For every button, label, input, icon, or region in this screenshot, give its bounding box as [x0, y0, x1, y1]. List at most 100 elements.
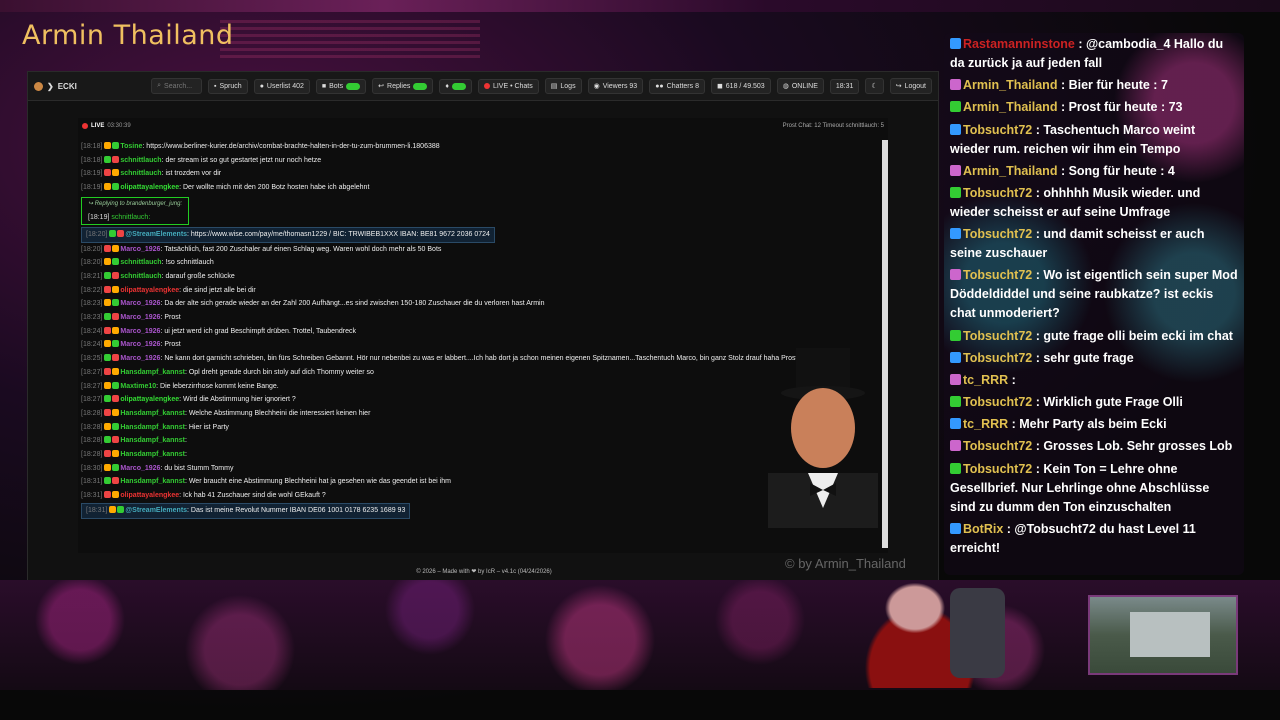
replies-switch[interactable] — [413, 82, 428, 90]
message-timestamp: [18:27] — [81, 368, 105, 376]
badge-icon — [112, 183, 120, 191]
message-username[interactable]: Hansdampf_kannst — [120, 369, 185, 376]
chat-message: [18:20] @StreamElements: https://www.wis… — [81, 226, 883, 243]
chat-scrollbar[interactable] — [882, 140, 888, 548]
badge-icon — [112, 258, 120, 266]
role-badge-icon — [950, 38, 961, 49]
message-username[interactable]: Marco_1926 — [120, 328, 160, 335]
message-timestamp: [18:22] — [81, 286, 105, 294]
message-text: : der stream ist so gut gestartet jetzt … — [161, 156, 322, 164]
chat-message: [18:28] Hansdampf_kannst: — [81, 434, 883, 448]
bot-icon: ■ — [321, 82, 327, 90]
alert-toggle[interactable]: ♦ — [439, 78, 472, 94]
chatters-button[interactable]: ●● Chatters 8 — [649, 78, 705, 94]
chat-message: [18:31] olipattayalengkee: Ick hab 41 Zu… — [81, 489, 883, 503]
overlay-username: tc_RRR — [963, 372, 1012, 387]
message-username[interactable]: schnittlauch — [120, 157, 161, 164]
clock: 18:31 — [829, 78, 860, 94]
signal-icon: ◍ — [782, 83, 789, 90]
message-username[interactable]: Marco_1926 — [120, 465, 160, 472]
badge-icon — [112, 422, 120, 430]
message-username[interactable]: Marco_1926 — [120, 300, 160, 307]
search-input[interactable]: ⌕ Search... — [151, 78, 203, 94]
role-badge-icon — [950, 79, 961, 91]
role-badge-icon — [950, 228, 961, 240]
logout-button[interactable]: ↪ Logout — [889, 78, 932, 94]
badge-icon — [112, 463, 120, 471]
userlist-button[interactable]: ● Userlist 402 — [253, 78, 310, 94]
spruch-button[interactable]: ▪ Spruch — [208, 78, 248, 94]
message-username[interactable]: schnittlauch: — [111, 214, 150, 221]
title-glow-decoration — [220, 18, 480, 58]
bots-toggle[interactable]: ■ Bots — [315, 78, 367, 94]
logs-button[interactable]: ▤ Logs — [544, 78, 582, 94]
message-timestamp: [18:28] — [81, 437, 105, 445]
speech-icon: ▪ — [214, 82, 217, 90]
message-text: : Hier ist Party — [184, 423, 229, 431]
message-username[interactable]: Hansdampf_kannst — [120, 437, 185, 444]
overlay-username: Armin_Thailand — [963, 100, 1061, 115]
badge-icon — [104, 169, 112, 177]
badge-icon — [112, 354, 120, 362]
message-username[interactable]: Hansdampf_kannst — [120, 478, 185, 485]
chat-message: [18:23] Marco_1926: Da der alte sich ger… — [81, 297, 883, 311]
message-username[interactable]: Marco_1926 — [120, 314, 160, 321]
chat-message: [18:18] schnittlauch: der stream ist so … — [81, 154, 883, 168]
chat-message: [18:20] schnittlauch: !so schnittlauch — [81, 256, 883, 270]
message-username[interactable]: olipattayalengkee — [120, 287, 179, 294]
message-username[interactable]: olipattayalengkee — [120, 184, 179, 191]
badge-icon — [104, 299, 112, 307]
message-timestamp: [18:27] — [81, 396, 105, 404]
logout-icon: ↪ — [895, 83, 902, 90]
chat-messages[interactable]: [18:18] Tosine: https://www.berliner-kur… — [78, 140, 883, 548]
clock-label: 18:31 — [835, 82, 854, 90]
viewers-button[interactable]: ◉ Viewers 93 — [587, 78, 644, 94]
chat-viewer-app: ❯ ECKI ⌕ Search... ▪ Spruch ● Userlist 402… — [27, 71, 939, 582]
bots-label: Bots — [329, 82, 344, 90]
badge-icon — [104, 340, 112, 348]
badge-icon — [109, 505, 117, 513]
replies-toggle[interactable]: ↩ Replies — [372, 78, 434, 94]
message-username[interactable]: @StreamElements — [125, 507, 187, 514]
message-timestamp: [18:23] — [81, 300, 105, 308]
app-logo[interactable]: ❯ ECKI — [34, 81, 145, 91]
message-username[interactable]: Tosine — [120, 143, 142, 150]
message-timestamp: [18:24] — [81, 341, 105, 349]
message-timestamp: [18:19] — [81, 170, 105, 178]
message-text: : Ick hab 41 Zuschauer sind die wohl GEk… — [179, 492, 326, 500]
chat-message: [18:19] olipattayalengkee: Der wollte mi… — [81, 181, 883, 195]
bots-switch[interactable] — [346, 82, 361, 90]
stream-chat-overlay: Rastamanninstone : @cambodia_4 Hallo du … — [944, 33, 1244, 575]
overlay-message: BotRix : @Tobsucht72 du hast Level 11 er… — [950, 520, 1238, 558]
badge-icon — [104, 395, 112, 403]
message-username[interactable]: Marco_1926 — [120, 355, 160, 362]
message-text: : https://www.wise.com/pay/me/thomasn122… — [187, 230, 490, 238]
theme-toggle[interactable]: ☾ — [865, 78, 884, 94]
message-username[interactable]: schnittlauch — [120, 170, 161, 177]
message-text: : Tatsächlich, fast 200 Zuschaler auf ei… — [160, 245, 442, 253]
message-username[interactable]: Hansdampf_kannst — [120, 424, 185, 431]
message-username[interactable]: schnittlauch — [120, 259, 161, 266]
badge-icon — [112, 436, 120, 444]
alert-switch[interactable] — [451, 82, 466, 90]
badge-icon — [112, 340, 120, 348]
overlay-text: : sehr gute frage — [1035, 350, 1134, 365]
message-username[interactable]: Maxtime10 — [120, 383, 156, 390]
message-username[interactable]: Hansdampf_kannst — [120, 451, 185, 458]
message-username[interactable]: Marco_1926 — [120, 341, 160, 348]
badge-icon — [104, 285, 112, 293]
message-text: : Der wollte mich mit den 200 Botz hoste… — [179, 184, 370, 192]
chat-message: [18:27] olipattayalengkee: Wird die Abst… — [81, 393, 883, 407]
overlay-username: Tobsucht72 — [963, 227, 1036, 242]
live-chats-button[interactable]: LIVE • Chats — [477, 78, 539, 94]
message-username[interactable]: @StreamElements — [125, 231, 187, 238]
message-text: : du bist Stumm Tommy — [160, 464, 234, 472]
message-username[interactable]: Marco_1926 — [120, 246, 160, 253]
overlay-message: tc_RRR : — [950, 371, 1238, 390]
chat-message: [18:22] olipattayalengkee: die sind jetz… — [81, 284, 883, 298]
message-username[interactable]: Hansdampf_kannst — [120, 410, 185, 417]
message-username[interactable]: olipattayalengkee — [120, 396, 179, 403]
house-image — [1130, 612, 1210, 657]
message-username[interactable]: schnittlauch — [120, 273, 161, 280]
message-username[interactable]: olipattayalengkee — [120, 492, 179, 499]
